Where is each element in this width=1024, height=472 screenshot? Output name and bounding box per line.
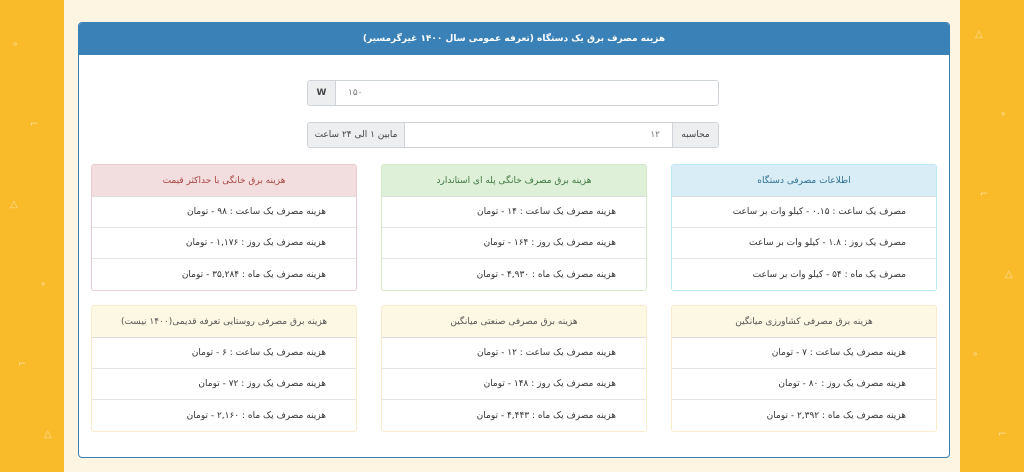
list-item: هزینه مصرف یک روز : ۸۰ - تومان — [672, 369, 936, 400]
card-consumption-info: اطلاعات مصرفی دستگاه مصرف یک ساعت : ۰.۱۵… — [671, 164, 937, 291]
list-item: هزینه مصرف یک ماه : ۳۵,۲۸۴ - تومان — [181, 269, 326, 280]
list-item: هزینه مصرف یک ماه : ۲,۳۹۲ - تومان — [766, 410, 906, 421]
card-title: هزینه برق مصرفی صنعتی میانگین — [382, 306, 646, 338]
panel-title: هزینه مصرف برق یک دستگاه (تعرفه عمومی سا… — [79, 23, 949, 55]
card-agriculture: هزینه برق مصرفی کشاورزی میانگین هزینه مص… — [671, 305, 937, 432]
hours-input-group: محاسبه مابین ۱ الی ۲۴ ساعت — [307, 122, 719, 148]
calculator-panel: هزینه مصرف برق یک دستگاه (تعرفه عمومی سا… — [78, 22, 950, 458]
background-pattern: △ — [1005, 269, 1013, 280]
card-title: هزینه برق مصرفی کشاورزی میانگین — [672, 306, 936, 338]
power-input[interactable] — [336, 81, 718, 105]
card-rural: هزینه برق مصرفی روستایی تعرفه قدیمی(۱۴۰۰… — [91, 305, 357, 432]
list-item: هزینه مصرف یک ساعت : ۹۸ - تومان — [92, 197, 356, 228]
watt-unit-label: W — [308, 81, 336, 105]
power-input-group: W — [307, 80, 719, 106]
background-pattern: ∘ — [972, 349, 979, 360]
background-pattern: ⌐ — [30, 119, 39, 130]
calculate-button[interactable]: محاسبه — [672, 123, 718, 147]
list-item: هزینه مصرف یک روز : ۷۲ - تومان — [92, 369, 356, 400]
background-pattern: ∘ — [40, 279, 47, 290]
list-item: هزینه مصرف یک ماه : ۴,۹۳۰ - تومان — [476, 269, 616, 280]
background-pattern: ∘ — [1000, 109, 1007, 120]
list-item: هزینه مصرف یک ماه : ۲,۱۶۰ - تومان — [186, 410, 326, 421]
list-item: هزینه مصرف یک ساعت : ۶ - تومان — [92, 338, 356, 369]
list-item: هزینه مصرف یک ساعت : ۱۴ - تومان — [382, 197, 646, 228]
content-area: هزینه مصرف برق یک دستگاه (تعرفه عمومی سا… — [64, 0, 960, 472]
list-item: هزینه مصرف یک روز : ۱۶۴ - تومان — [382, 228, 646, 259]
card-title: اطلاعات مصرفی دستگاه — [672, 165, 936, 197]
list-item: مصرف یک ماه : ۵۴ - کیلو وات بر ساعت — [752, 269, 906, 280]
list-item: هزینه مصرف یک ساعت : ۷ - تومان — [672, 338, 936, 369]
background-pattern: ⌐ — [998, 429, 1007, 440]
list-item: مصرف یک روز : ۱.۸ - کیلو وات بر ساعت — [672, 228, 936, 259]
list-item: هزینه مصرف یک روز : ۱,۱۷۶ - تومان — [92, 228, 356, 259]
hours-input[interactable] — [405, 123, 672, 147]
card-title: هزینه برق مصرف خانگی پله ای استاندارد — [382, 165, 646, 197]
card-industrial: هزینه برق مصرفی صنعتی میانگین هزینه مصرف… — [381, 305, 647, 432]
list-item: هزینه مصرف یک روز : ۱۴۸ - تومان — [382, 369, 646, 400]
card-standard-tariff: هزینه برق مصرف خانگی پله ای استاندارد هز… — [381, 164, 647, 291]
background-pattern: △ — [975, 29, 983, 40]
list-item: مصرف یک ساعت : ۰.۱۵ - کیلو وات بر ساعت — [672, 197, 936, 228]
card-max-price: هزینه برق خانگی با حداکثر قیمت هزینه مصر… — [91, 164, 357, 291]
list-item: هزینه مصرف یک ساعت : ۱۲ - تومان — [382, 338, 646, 369]
card-title: هزینه برق خانگی با حداکثر قیمت — [92, 165, 356, 197]
background-pattern: △ — [44, 429, 52, 440]
card-title: هزینه برق مصرفی روستایی تعرفه قدیمی(۱۴۰۰… — [92, 306, 356, 338]
background-pattern: ∘ — [12, 39, 19, 50]
background-pattern: △ — [10, 199, 18, 210]
background-pattern: ⌐ — [18, 359, 27, 370]
background-pattern: ⌐ — [980, 189, 989, 200]
list-item: هزینه مصرف یک ماه : ۴,۴۴۳ - تومان — [476, 410, 616, 421]
hours-range-hint: مابین ۱ الی ۲۴ ساعت — [308, 123, 405, 147]
